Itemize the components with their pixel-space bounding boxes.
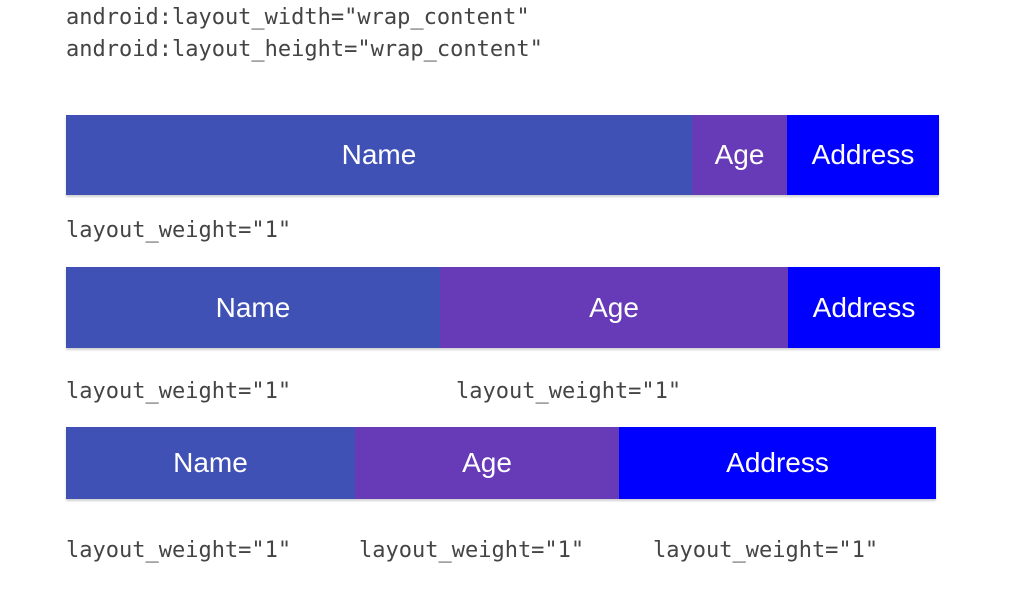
linear-layout-wrap-content: Name Age Address xyxy=(66,115,939,195)
age-cell: Age xyxy=(692,115,787,195)
caption-weight-name: layout_weight="1" xyxy=(66,218,292,243)
address-cell: Address xyxy=(788,267,940,348)
linear-layout-weight-name: Name Age Address xyxy=(66,267,940,348)
age-cell: Age xyxy=(440,267,788,348)
age-cell: Age xyxy=(355,427,619,499)
name-cell: Name xyxy=(66,427,355,499)
caption-weight-age: layout_weight="1" xyxy=(456,379,682,404)
caption-weight-age: layout_weight="1" xyxy=(359,538,585,563)
linear-layout-weight-all: Name Age Address xyxy=(66,427,936,499)
header-line-width: android:layout_width="wrap_content" xyxy=(66,5,530,30)
name-cell: Name xyxy=(66,115,692,195)
caption-weight-address: layout_weight="1" xyxy=(653,538,879,563)
address-cell: Address xyxy=(619,427,936,499)
header-line-height: android:layout_height="wrap_content" xyxy=(66,37,543,62)
address-cell: Address xyxy=(787,115,939,195)
name-cell: Name xyxy=(66,267,440,348)
caption-weight-name: layout_weight="1" xyxy=(66,379,292,404)
caption-weight-name: layout_weight="1" xyxy=(66,538,292,563)
